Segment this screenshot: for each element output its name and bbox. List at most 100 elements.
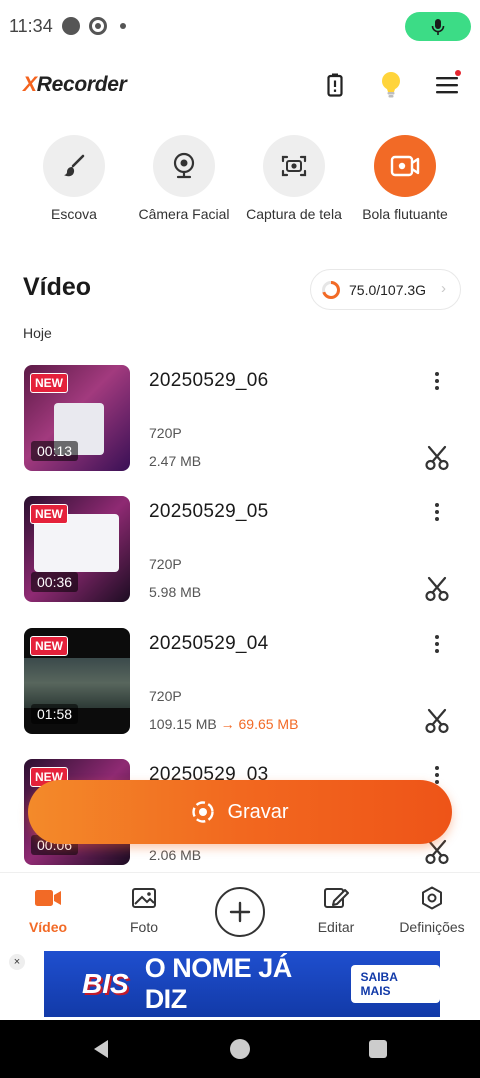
battery-optimize-button[interactable] (320, 70, 350, 100)
scissors-icon (425, 708, 449, 734)
video-camera-icon (35, 890, 61, 906)
app-logo: XRecorder (23, 73, 127, 96)
chevron-right-icon: › (441, 280, 446, 297)
video-title: 20250529_06 (149, 370, 269, 391)
lightbulb-icon (382, 72, 400, 98)
status-bar: 11:34 (0, 0, 480, 52)
video-thumbnail[interactable]: NEW 01:58 (24, 628, 130, 734)
duration-label: 00:13 (31, 441, 79, 461)
ad-banner[interactable]: BIS O NOME JÁ DIZ SAIBA MAIS (44, 951, 440, 1017)
trim-button[interactable] (424, 708, 450, 734)
scissors-icon (425, 445, 449, 471)
battery-alert-icon (327, 73, 343, 97)
video-item[interactable]: NEW 00:36 20250529_05 720P 5.98 MB (0, 496, 480, 604)
video-size: 5.98 MB (149, 584, 202, 600)
screenshot-icon (281, 155, 307, 177)
record-icon (192, 801, 215, 823)
nav-label: Definições (399, 919, 465, 935)
edit-icon (324, 888, 349, 908)
duration-label: 01:58 (31, 704, 79, 724)
ad-cta-button[interactable]: SAIBA MAIS (350, 965, 440, 1003)
original-size: 109.15 MB (149, 716, 217, 732)
tool-screenshot-circle (263, 135, 325, 197)
menu-button[interactable] (432, 70, 462, 100)
compressed-size: 69.65 MB (238, 716, 299, 732)
video-resolution: 720P (149, 688, 182, 704)
new-badge: NEW (30, 504, 68, 524)
ad-slogan: O NOME JÁ DIZ (144, 953, 293, 1014)
record-label: Gravar (227, 800, 289, 823)
tool-brush[interactable]: Escova (16, 135, 132, 222)
nav-video[interactable]: Vídeo (0, 885, 96, 935)
tool-label: Bola flutuante (362, 206, 448, 222)
ad-close-button[interactable]: × (9, 954, 25, 970)
home-icon[interactable] (230, 1039, 250, 1059)
video-resolution: 720P (149, 556, 182, 572)
storage-text: 75.0/107.3G (349, 281, 427, 298)
plus-icon (229, 901, 251, 923)
chrome-icon (89, 17, 107, 35)
more-options-button[interactable] (427, 632, 447, 656)
storage-ring-icon (322, 280, 340, 299)
video-resolution: 720P (149, 425, 182, 441)
more-options-button[interactable] (427, 369, 447, 393)
tool-face-camera[interactable]: Câmera Facial (126, 135, 242, 222)
storage-button[interactable]: 75.0/107.3G › (310, 269, 461, 310)
nav-label: Editar (317, 919, 355, 935)
add-button[interactable] (215, 887, 265, 937)
nav-label: Vídeo (28, 919, 68, 935)
hamburger-menu-icon (436, 77, 458, 94)
tool-face-camera-circle (153, 135, 215, 197)
floating-recorder-icon (390, 155, 420, 177)
new-badge: NEW (30, 636, 68, 656)
settings-icon (422, 886, 442, 910)
video-title: 20250529_05 (149, 501, 269, 522)
notification-icon (62, 17, 80, 35)
new-badge: NEW (30, 373, 68, 393)
status-time: 11:34 (9, 16, 53, 36)
video-item[interactable]: NEW 00:13 20250529_06 720P 2.47 MB (0, 365, 480, 473)
video-thumbnail[interactable]: NEW 00:13 (24, 365, 130, 471)
tool-floating-ball-circle (374, 135, 436, 197)
thumbnail-content (24, 658, 130, 708)
more-options-button[interactable] (427, 500, 447, 524)
brush-icon (64, 154, 85, 177)
record-button[interactable]: Gravar (28, 780, 452, 844)
mic-indicator[interactable] (405, 12, 471, 41)
webcam-icon (173, 152, 195, 179)
video-size: 2.06 MB (149, 847, 202, 863)
nav-edit[interactable]: Editar (288, 885, 384, 935)
back-icon[interactable] (92, 1039, 110, 1059)
nav-settings[interactable]: Definições (384, 885, 480, 935)
trim-button[interactable] (424, 576, 450, 602)
tool-floating-ball[interactable]: Bola flutuante (347, 135, 463, 222)
recent-apps-icon[interactable] (369, 1040, 387, 1058)
tools-row: Escova Câmera Facial Captura de tela Bol… (0, 135, 480, 235)
duration-label: 00:36 (31, 572, 79, 592)
system-nav-bar (0, 1020, 480, 1078)
date-group-label: Hoje (23, 325, 52, 341)
bottom-nav: Vídeo Foto Editar Definições (0, 872, 480, 944)
tool-label: Câmera Facial (138, 206, 230, 222)
section-title: Vídeo (23, 273, 92, 301)
nav-label: Foto (129, 919, 158, 935)
tool-label: Escova (51, 206, 97, 222)
tool-label: Captura de tela (246, 206, 342, 222)
ad-brand: BIS (82, 968, 129, 999)
tips-button[interactable] (376, 70, 406, 100)
mic-icon (431, 18, 445, 35)
notification-badge (455, 70, 461, 76)
tool-brush-circle (43, 135, 105, 197)
tool-screenshot[interactable]: Captura de tela (236, 135, 352, 222)
more-notifications-icon (120, 23, 126, 29)
trim-button[interactable] (424, 445, 450, 471)
nav-photo[interactable]: Foto (96, 885, 192, 935)
video-size: 2.47 MB (149, 453, 202, 469)
app-header: XRecorder (0, 60, 480, 112)
video-thumbnail[interactable]: NEW 00:36 (24, 496, 130, 602)
photo-icon (132, 888, 156, 908)
video-size-compressed: 109.15 MB → 69.65 MB (149, 716, 298, 732)
scissors-icon (425, 576, 449, 602)
arrow-right-icon: → (220, 716, 235, 732)
video-item[interactable]: NEW 01:58 20250529_04 720P 109.15 MB → 6… (0, 628, 480, 736)
